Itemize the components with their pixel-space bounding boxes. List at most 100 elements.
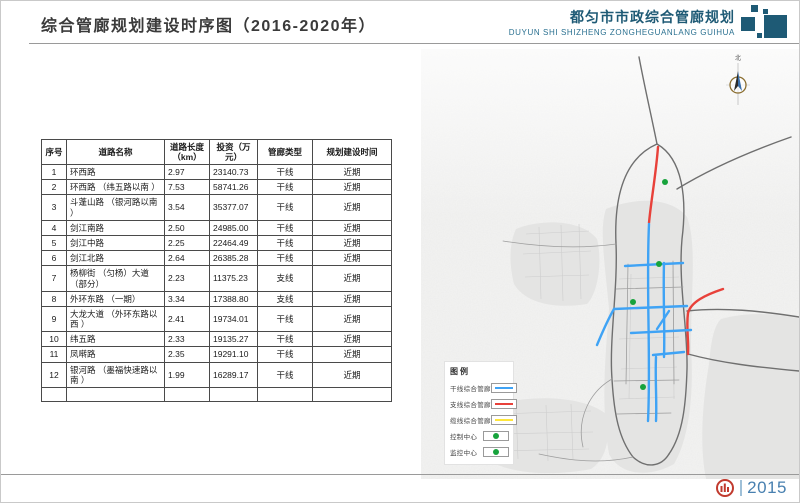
table-cell: 58741.26 [210,180,258,195]
table-cell: 干线 [258,251,313,266]
table-cell: 近期 [313,251,392,266]
table-cell: 2.50 [165,220,210,235]
table-cell: 杨柳街 （匀杨）大道（部分） [67,266,165,291]
table-cell: 3.34 [165,291,210,306]
table-cell: 9 [42,306,67,331]
legend-dot-swatch [493,433,499,439]
table-cell: 干线 [258,220,313,235]
table-cell: 12 [42,362,67,387]
logo-square [763,9,768,14]
table-row [42,388,392,402]
table-cell: 2.41 [165,306,210,331]
table-cell: 干线 [258,347,313,362]
legend-title: 图例 [450,366,509,377]
table-cell: 2.35 [165,347,210,362]
page-title: 综合管廊规划建设时序图（2016-2020年） [41,12,376,36]
table-cell: 近期 [313,220,392,235]
legend-dot-swatch [493,449,499,455]
legend-item-label: 支线综合管廊 [450,399,491,409]
table-row: 1环西路2.9723140.73干线近期 [42,165,392,180]
table-cell: 支线 [258,266,313,291]
table-cell: 近期 [313,306,392,331]
brand-name-en: DUYUN SHI SHIZHENG ZONGHEGUANLANG GUIHUA [509,28,735,37]
legend-item: 缆线综合管廊 [450,412,509,428]
table-cell: 3.54 [165,195,210,220]
legend-item: 支线综合管廊 [450,396,509,412]
table-row: 5剑江中路2.2522464.49干线近期 [42,235,392,250]
table-cell [67,388,165,402]
table-cell: 2.33 [165,332,210,347]
logo-square [741,17,755,31]
table-cell: 19291.10 [210,347,258,362]
table-cell: 近期 [313,165,392,180]
table-cell: 干线 [258,235,313,250]
table-cell: 剑江北路 [67,251,165,266]
brand-text: 都匀市市政综合管廊规划 DUYUN SHI SHIZHENG ZONGHEGUA… [509,4,735,37]
table-cell: 近期 [313,235,392,250]
table-cell: 4 [42,220,67,235]
brand-name-cn: 都匀市市政综合管廊规划 [509,7,735,27]
roads-table-body: 1环西路2.9723140.73干线近期2环西路 （纬五路以南 ）7.53587… [42,165,392,402]
table-row: 3斗蓬山路 （银河路以南 ）3.5435377.07干线近期 [42,195,392,220]
table-row: 4剑江南路2.5024985.00干线近期 [42,220,392,235]
legend-item-label: 干线综合管廊 [450,383,491,393]
brand-block: 都匀市市政综合管廊规划 DUYUN SHI SHIZHENG ZONGHEGUA… [509,4,789,42]
table-cell: 剑江南路 [67,220,165,235]
footer-brand: 2015 [715,478,787,498]
roads-table: 序号 道路名称 道路长度（km） 投资（万元） 管廊类型 规划建设时间 1环西路… [41,139,392,402]
table-cell: 干线 [258,180,313,195]
plan-sheet: 综合管廊规划建设时序图（2016-2020年） 都匀市市政综合管廊规划 DUYU… [0,0,800,503]
legend-swatch-box [483,447,509,457]
table-cell: 外环东路 （一期） [67,291,165,306]
table-cell: 7.53 [165,180,210,195]
table-cell: 近期 [313,347,392,362]
table-cell: 干线 [258,195,313,220]
legend-item: 控制中心 [450,428,509,444]
legend-item: 监控中心 [450,444,509,460]
table-cell: 6 [42,251,67,266]
compass-north-label: 北 [735,54,741,62]
footer-separator [740,480,742,496]
table-cell: 近期 [313,195,392,220]
table-cell: 银河路 （墨福快速路以南 ） [67,362,165,387]
table-row: 12银河路 （墨福快速路以南 ）1.9916289.17干线近期 [42,362,392,387]
table-cell: 8 [42,291,67,306]
logo-square [751,5,758,12]
col-header-type: 管廊类型 [258,140,313,165]
logo-square [764,15,787,38]
table-cell: 24985.00 [210,220,258,235]
footer-divider [1,474,799,475]
legend-swatch-box [491,399,517,409]
table-header-row: 序号 道路名称 道路长度（km） 投资（万元） 管廊类型 规划建设时间 [42,140,392,165]
table-row: 10纬五路2.3319135.27干线近期 [42,332,392,347]
legend-line-swatch [495,419,513,421]
table-cell: 2.25 [165,235,210,250]
table-cell [42,388,67,402]
legend-items: 干线综合管廊支线综合管廊缆线综合管廊控制中心监控中心 [450,380,509,460]
table-cell: 支线 [258,291,313,306]
table-cell: 纬五路 [67,332,165,347]
legend-item-label: 控制中心 [450,431,477,441]
footer-logo-icon [715,478,735,498]
table-row: 11凤啭路2.3519291.10干线近期 [42,347,392,362]
table-cell: 5 [42,235,67,250]
table-cell: 3 [42,195,67,220]
table-cell: 近期 [313,362,392,387]
header-divider [29,43,799,44]
table-row: 2环西路 （纬五路以南 ）7.5358741.26干线近期 [42,180,392,195]
col-header-investment: 投资（万元） [210,140,258,165]
brand-squares-logo [741,4,789,42]
table-cell [210,388,258,402]
col-header-schedule: 规划建设时间 [313,140,392,165]
map-legend: 图例 干线综合管廊支线综合管廊缆线综合管廊控制中心监控中心 [444,361,514,465]
table-cell: 19734.01 [210,306,258,331]
table-cell: 1.99 [165,362,210,387]
table-cell: 26385.28 [210,251,258,266]
table-cell: 11375.23 [210,266,258,291]
table-cell: 近期 [313,266,392,291]
legend-swatch-box [491,383,517,393]
table-cell: 35377.07 [210,195,258,220]
legend-item-label: 监控中心 [450,447,477,457]
table-cell: 2.64 [165,251,210,266]
table-cell: 1 [42,165,67,180]
